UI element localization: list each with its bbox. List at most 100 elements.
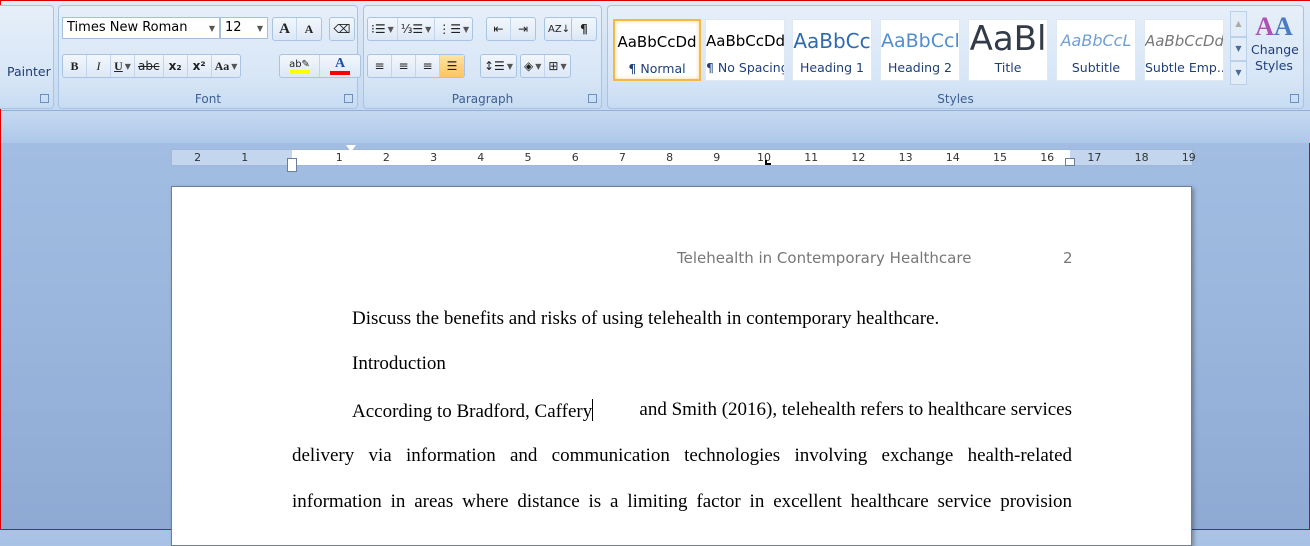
left-indent-marker[interactable]: [287, 158, 297, 172]
decrease-indent-button[interactable]: ⇤: [487, 18, 511, 40]
bullets-button[interactable]: ⁝☰ ▼: [368, 18, 398, 40]
styles-launcher[interactable]: [1290, 94, 1299, 103]
font-size-dropdown[interactable]: 12 ▼: [220, 17, 268, 39]
superscript-button[interactable]: x²: [188, 55, 212, 77]
underline-button[interactable]: U ▼: [111, 55, 135, 77]
justify-button[interactable]: ☰: [440, 55, 464, 77]
header-title: Telehealth in Contemporary Healthcare: [677, 249, 972, 267]
ruler-number: 18: [1134, 151, 1149, 164]
sort-button[interactable]: AZ↓: [545, 18, 573, 40]
borders-button[interactable]: ⊞ ▼: [545, 55, 569, 77]
font-group: Times New Roman ▼ 12 ▼ A A ⌫ B I U ▼ abc x₂…: [58, 5, 361, 109]
bold-icon: B: [70, 58, 79, 73]
shading-button[interactable]: ◈ ▼: [521, 55, 546, 77]
font-name-dropdown[interactable]: Times New Roman ▼: [62, 17, 220, 39]
align-left-button[interactable]: ≡: [368, 55, 392, 77]
clipboard-launcher[interactable]: [40, 94, 49, 103]
body-text: According to Bradford, Caffery: [352, 401, 593, 422]
ruler-number: 17: [1087, 151, 1102, 164]
paragraph-launcher[interactable]: [588, 94, 597, 103]
change-styles-button[interactable]: AA Change Styles: [1248, 12, 1300, 74]
bold-button[interactable]: B: [63, 55, 87, 77]
increase-indent-icon: ⇥: [517, 22, 529, 36]
font-color-swatch: [330, 71, 350, 75]
font-color-button[interactable]: A: [320, 55, 360, 77]
format-painter-button[interactable]: Painter: [7, 64, 51, 79]
increase-indent-button[interactable]: ⇥: [511, 18, 535, 40]
line-spacing-button[interactable]: ↕☰ ▼: [481, 55, 516, 77]
ruler-number: 9: [713, 151, 721, 164]
numbering-button[interactable]: ⅓☰ ▼: [398, 18, 436, 40]
highlight-button[interactable]: ab✎: [280, 55, 320, 77]
list-buttons: ⁝☰ ▼ ⅓☰ ▼ ⋮☰ ▼: [367, 17, 474, 41]
ruler-number: 8: [666, 151, 674, 164]
font-name-value: Times New Roman: [67, 20, 188, 35]
ruler-number: 7: [618, 151, 626, 164]
italic-button[interactable]: I: [87, 55, 111, 77]
ruler-number: 12: [851, 151, 866, 164]
subscript-button[interactable]: x₂: [164, 55, 188, 77]
ruler-number: 5: [524, 151, 532, 164]
style-title[interactable]: AaBl Title: [968, 19, 1048, 81]
styles-group-label: Styles: [937, 92, 974, 106]
multilevel-icon: ⋮☰: [438, 22, 462, 36]
style-heading-2[interactable]: AaBbCcl Heading 2: [880, 19, 960, 81]
style-preview: AaBbCcL: [1060, 31, 1132, 50]
style-subtle-emphasis[interactable]: AaBbCcDd Subtle Emp...: [1144, 19, 1224, 81]
ruler-number: 3: [430, 151, 438, 164]
grow-font-icon: A: [279, 20, 290, 37]
decrease-indent-icon: ⇤: [493, 22, 504, 36]
bullets-icon: ⁝☰: [371, 22, 386, 36]
paragraph-group-label: Paragraph: [451, 92, 514, 106]
tab-stop-marker[interactable]: [765, 160, 771, 165]
multilevel-list-button[interactable]: ⋮☰ ▼: [435, 18, 472, 40]
style-name: Heading 2: [888, 60, 952, 75]
line-spacing-icon: ↕☰: [484, 59, 505, 73]
subscript-icon: x₂: [168, 59, 182, 73]
alignment-buttons: ≡ ≡ ≡ ☰: [367, 54, 465, 78]
format-buttons: B I U ▼ abc x₂ x² Aa ▼: [62, 54, 242, 78]
style-subtitle[interactable]: AaBbCcL Subtitle: [1056, 19, 1136, 81]
grow-font-button[interactable]: A: [273, 18, 297, 40]
sort-az-icon: AZ↓: [548, 23, 571, 35]
style-preview: AaBbCcDd: [1145, 32, 1224, 50]
show-formatting-button[interactable]: ¶: [572, 18, 596, 40]
body-line: delivery via information and communicati…: [292, 445, 1072, 466]
style-no-spacing[interactable]: AaBbCcDd ¶ No Spacing: [705, 19, 785, 81]
document-page[interactable]: Telehealth in Contemporary Healthcare 2 …: [171, 186, 1192, 546]
highlight-swatch: [289, 69, 310, 74]
style-normal[interactable]: AaBbCcDd ¶ Normal: [613, 19, 701, 81]
clear-format-group: ⌫: [329, 17, 355, 41]
first-line-indent-marker[interactable]: [346, 145, 356, 152]
style-heading-1[interactable]: AaBbCc Heading 1: [792, 19, 872, 81]
strikethrough-button[interactable]: abc: [135, 55, 164, 77]
right-indent-marker[interactable]: [1065, 158, 1075, 166]
styles-scroll-down[interactable]: ▼: [1230, 37, 1247, 61]
numbering-icon: ⅓☰: [400, 22, 424, 36]
superscript-icon: x²: [192, 59, 206, 73]
clear-formatting-button[interactable]: ⌫: [330, 18, 354, 40]
justify-icon: ☰: [446, 59, 458, 73]
change-case-button[interactable]: Aa ▼: [212, 55, 241, 77]
pilcrow-group: ¶: [571, 17, 597, 41]
ruler-number: 14: [945, 151, 960, 164]
styles-scroll-up[interactable]: ▲: [1230, 11, 1247, 37]
ruler-number: 16: [1040, 151, 1055, 164]
align-right-button[interactable]: ≡: [416, 55, 440, 77]
style-preview: AaBbCcDd: [706, 32, 785, 50]
ribbon: Painter Times New Roman ▼ 12 ▼ A A ⌫ B I U…: [0, 1, 1310, 111]
ruler-number: 15: [993, 151, 1007, 164]
body-line: information in areas where distance is a…: [292, 491, 1072, 512]
shrink-font-icon: A: [304, 21, 314, 36]
shrink-font-button[interactable]: A: [297, 18, 321, 40]
ruler-number: 2: [382, 151, 390, 164]
font-group-label: Font: [194, 92, 222, 106]
horizontal-ruler[interactable]: 2 1 1 2 3 4 5 6 7 8 9 10 11 12 13 14 15 16 17 18 19: [171, 145, 1196, 172]
align-center-button[interactable]: ≡: [392, 55, 416, 77]
ruler-number: 6: [571, 151, 579, 164]
font-launcher[interactable]: [344, 94, 353, 103]
prompt-line: Discuss the benefits and risks of using …: [352, 308, 940, 329]
style-preview: AaBbCc: [793, 29, 871, 53]
shading-borders-group: ◈ ▼ ⊞ ▼: [520, 54, 571, 78]
styles-more[interactable]: ▼: [1230, 61, 1247, 85]
